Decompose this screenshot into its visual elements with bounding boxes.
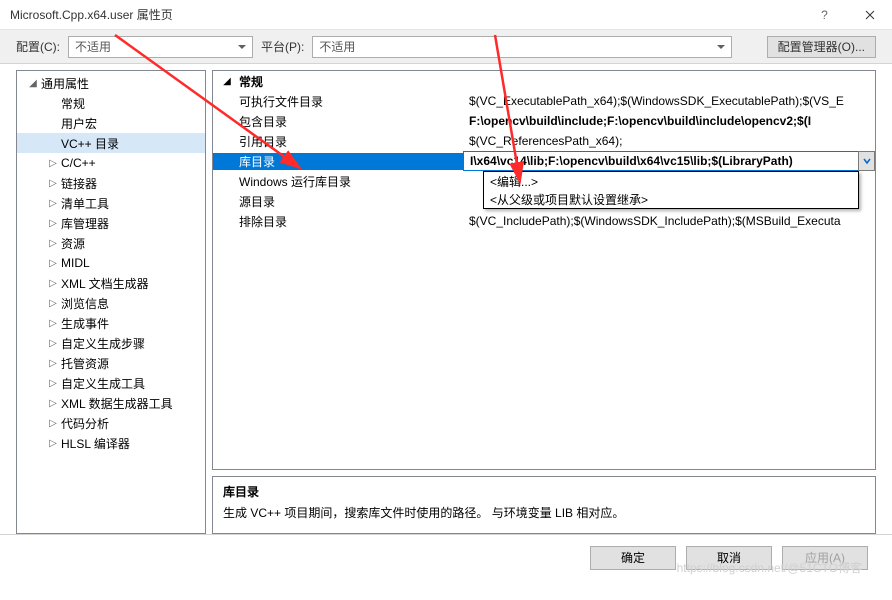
tree-item-label: 自定义生成步骤: [61, 335, 145, 352]
tree-item[interactable]: 常规: [17, 93, 205, 113]
collapse-icon: ◢: [27, 78, 39, 89]
expand-icon: ▷: [47, 358, 59, 369]
button-bar: 确定 取消 应用(A): [0, 534, 892, 580]
property-value[interactable]: I\x64\vc14\lib;F:\opencv\build\x64\vc15\…: [463, 151, 858, 171]
property-row[interactable]: 包含目录F:\opencv\build\include;F:\opencv\bu…: [213, 111, 875, 131]
dropdown-inherit-item[interactable]: <从父级或项目默认设置继承>: [484, 190, 858, 208]
property-value[interactable]: $(VC_ReferencesPath_x64);: [463, 134, 875, 148]
ok-button[interactable]: 确定: [590, 546, 676, 570]
property-name: 可执行文件目录: [213, 93, 463, 110]
value-dropdown-button[interactable]: [858, 151, 875, 171]
tree-item-label: 库管理器: [61, 215, 109, 232]
tree-item-label: MIDL: [61, 256, 90, 270]
expand-icon: ▷: [47, 378, 59, 389]
tree-item-label: VC++ 目录: [61, 135, 119, 152]
cancel-button[interactable]: 取消: [686, 546, 772, 570]
tree-item[interactable]: ▷HLSL 编译器: [17, 433, 205, 453]
tree-item[interactable]: ▷清单工具: [17, 193, 205, 213]
collapse-icon: ◢: [221, 76, 233, 87]
platform-combo[interactable]: 不适用: [312, 36, 732, 58]
tree-item[interactable]: ▷MIDL: [17, 253, 205, 273]
description-panel: 库目录 生成 VC++ 项目期间，搜索库文件时使用的路径。 与环境变量 LIB …: [212, 476, 876, 534]
expand-icon: ▷: [47, 198, 59, 209]
tree-item-label: XML 文档生成器: [61, 275, 149, 292]
property-row[interactable]: 库目录I\x64\vc14\lib;F:\opencv\build\x64\vc…: [213, 151, 875, 171]
group-label: 常规: [239, 73, 263, 90]
tree-item[interactable]: ▷生成事件: [17, 313, 205, 333]
expand-icon: ▷: [47, 298, 59, 309]
expand-icon: ▷: [47, 258, 59, 269]
tree-item[interactable]: 用户宏: [17, 113, 205, 133]
tree-item[interactable]: ▷XML 文档生成器: [17, 273, 205, 293]
property-name: 包含目录: [213, 113, 463, 130]
expand-icon: ▷: [47, 338, 59, 349]
tree-item[interactable]: VC++ 目录: [17, 133, 205, 153]
expand-icon: ▷: [47, 178, 59, 189]
tree-item[interactable]: ▷托管资源: [17, 353, 205, 373]
chevron-down-icon: [863, 157, 871, 165]
platform-label: 平台(P):: [261, 38, 304, 55]
window-title: Microsoft.Cpp.x64.user 属性页: [10, 6, 802, 23]
property-value[interactable]: F:\opencv\build\include;F:\opencv\build\…: [463, 114, 875, 128]
tree-item-label: XML 数据生成器工具: [61, 395, 173, 412]
tree-item[interactable]: ▷C/C++: [17, 153, 205, 173]
property-row[interactable]: 引用目录$(VC_ReferencesPath_x64);: [213, 131, 875, 151]
config-manager-button[interactable]: 配置管理器(O)...: [767, 36, 876, 58]
expand-icon: ▷: [47, 398, 59, 409]
property-grid[interactable]: ◢ 常规 可执行文件目录$(VC_ExecutablePath_x64);$(W…: [212, 70, 876, 470]
tree-item-label: 常规: [61, 95, 85, 112]
tree-item[interactable]: ▷代码分析: [17, 413, 205, 433]
description-title: 库目录: [223, 483, 865, 500]
expand-icon: ▷: [47, 278, 59, 289]
tree-item-label: 生成事件: [61, 315, 109, 332]
property-row[interactable]: 可执行文件目录$(VC_ExecutablePath_x64);$(Window…: [213, 91, 875, 111]
tree-item[interactable]: ▷自定义生成步骤: [17, 333, 205, 353]
tree-item-label: C/C++: [61, 156, 96, 170]
tree-item-label: 自定义生成工具: [61, 375, 145, 392]
expand-icon: ▷: [47, 418, 59, 429]
close-button[interactable]: [847, 0, 892, 29]
tree-item[interactable]: ▷自定义生成工具: [17, 373, 205, 393]
expand-icon: ▷: [47, 438, 59, 449]
group-header[interactable]: ◢ 常规: [213, 71, 875, 91]
config-label: 配置(C):: [16, 38, 60, 55]
expand-icon: ▷: [47, 158, 59, 169]
close-icon: [865, 10, 875, 20]
tree-item-label: 托管资源: [61, 355, 109, 372]
tree-item-label: 浏览信息: [61, 295, 109, 312]
tree-item-label: 链接器: [61, 175, 97, 192]
description-text: 生成 VC++ 项目期间，搜索库文件时使用的路径。 与环境变量 LIB 相对应。: [223, 504, 865, 521]
value-dropdown-popup: <编辑...> <从父级或项目默认设置继承>: [483, 171, 859, 209]
tree-item[interactable]: ▷XML 数据生成器工具: [17, 393, 205, 413]
property-name: 引用目录: [213, 133, 463, 150]
tree-item-label: 用户宏: [61, 115, 97, 132]
expand-icon: ▷: [47, 238, 59, 249]
apply-button[interactable]: 应用(A): [782, 546, 868, 570]
property-name: 源目录: [213, 193, 463, 210]
property-name: Windows 运行库目录: [213, 173, 463, 190]
tree-item-label: 代码分析: [61, 415, 109, 432]
tree-item[interactable]: ▷链接器: [17, 173, 205, 193]
tree-item[interactable]: ▷库管理器: [17, 213, 205, 233]
expand-icon: ▷: [47, 218, 59, 229]
tree-item[interactable]: ▷资源: [17, 233, 205, 253]
expand-icon: ▷: [47, 318, 59, 329]
tree-item[interactable]: ▷浏览信息: [17, 293, 205, 313]
dropdown-edit-item[interactable]: <编辑...>: [484, 172, 858, 190]
tree-item-label: 资源: [61, 235, 85, 252]
help-button[interactable]: ?: [802, 0, 847, 29]
property-value[interactable]: $(VC_IncludePath);$(WindowsSDK_IncludePa…: [463, 214, 875, 228]
tree-item-label: 清单工具: [61, 195, 109, 212]
property-name: 库目录: [213, 153, 463, 170]
property-value[interactable]: $(VC_ExecutablePath_x64);$(WindowsSDK_Ex…: [463, 94, 875, 108]
toolbar: 配置(C): 不适用 平台(P): 不适用 配置管理器(O)...: [0, 30, 892, 64]
property-name: 排除目录: [213, 213, 463, 230]
category-tree[interactable]: ◢通用属性常规用户宏VC++ 目录▷C/C++▷链接器▷清单工具▷库管理器▷资源…: [16, 70, 206, 534]
config-combo[interactable]: 不适用: [68, 36, 253, 58]
titlebar: Microsoft.Cpp.x64.user 属性页 ?: [0, 0, 892, 30]
window-buttons: ?: [802, 0, 892, 29]
tree-root[interactable]: ◢通用属性: [17, 73, 205, 93]
tree-item-label: HLSL 编译器: [61, 435, 130, 452]
property-row[interactable]: 排除目录$(VC_IncludePath);$(WindowsSDK_Inclu…: [213, 211, 875, 231]
